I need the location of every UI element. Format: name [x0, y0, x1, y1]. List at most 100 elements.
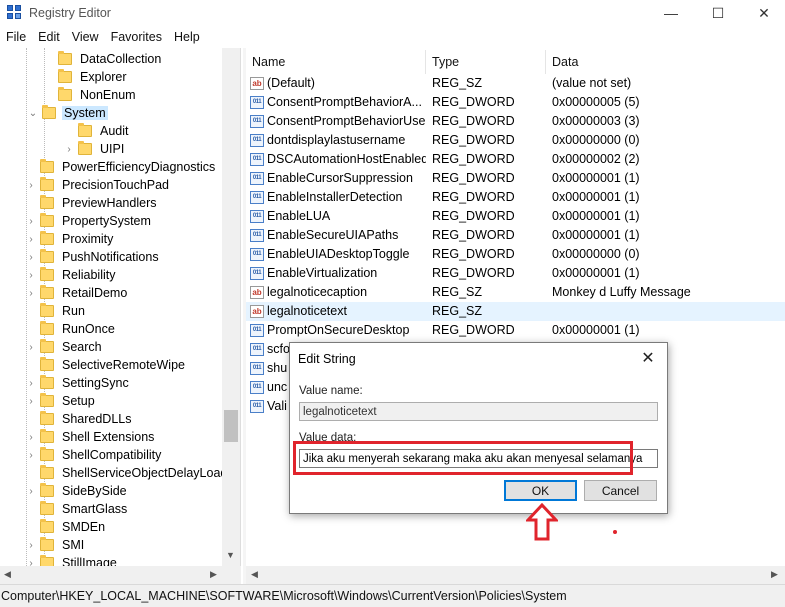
- registry-value-row[interactable]: 011 EnableUIADesktopToggle REG_DWORD 0x0000…: [246, 245, 785, 264]
- tree-scroll-thumb[interactable]: [224, 410, 238, 442]
- scroll-left-arrow-icon[interactable]: ◀: [4, 569, 11, 580]
- value-name-field[interactable]: [299, 402, 658, 421]
- registry-value-row[interactable]: ab legalnoticetext REG_SZ: [246, 302, 785, 321]
- tree-item[interactable]: › Reliability: [26, 266, 118, 284]
- expand-chevron-icon[interactable]: ›: [26, 536, 36, 554]
- scroll-left-arrow-icon[interactable]: ◀: [251, 569, 258, 580]
- tree-item[interactable]: › Proximity: [26, 230, 115, 248]
- registry-value-row[interactable]: 011 PromptOnSecureDesktop REG_DWORD 0x00000…: [246, 321, 785, 340]
- cancel-button[interactable]: Cancel: [584, 480, 657, 501]
- value-name-cell: 011 dontdisplaylastusername: [246, 131, 426, 150]
- column-header-name[interactable]: Name: [246, 50, 426, 74]
- registry-value-row[interactable]: 011 EnableInstallerDetection REG_DWORD 0x00…: [246, 188, 785, 207]
- tree-item[interactable]: › Setup: [26, 392, 97, 410]
- tree-item[interactable]: DataCollection: [44, 50, 163, 68]
- close-window-button[interactable]: ✕: [741, 0, 785, 26]
- value-name-text: legalnoticetext: [267, 304, 347, 318]
- expand-chevron-icon[interactable]: ›: [26, 176, 36, 194]
- menu-favorites[interactable]: Favorites: [105, 28, 168, 47]
- value-type-cell: REG_SZ: [432, 304, 483, 318]
- expand-chevron-icon[interactable]: ›: [26, 392, 36, 410]
- expand-chevron-icon[interactable]: ›: [26, 446, 36, 464]
- folder-icon: [40, 177, 54, 191]
- registry-value-row[interactable]: 011 dontdisplaylastusername REG_DWORD 0x000…: [246, 131, 785, 150]
- registry-value-row[interactable]: 011 EnableVirtualization REG_DWORD 0x000000…: [246, 264, 785, 283]
- tree-item[interactable]: ShellServiceObjectDelayLoad: [26, 464, 229, 482]
- tree-item[interactable]: › SideBySide: [26, 482, 129, 500]
- tree-item[interactable]: › Search: [26, 338, 104, 356]
- tree-item[interactable]: SMDEn: [26, 518, 107, 536]
- expand-chevron-icon[interactable]: ›: [26, 374, 36, 392]
- registry-value-row[interactable]: ab (Default) REG_SZ (value not set): [246, 74, 785, 93]
- ok-button[interactable]: OK: [504, 480, 577, 501]
- tree-item[interactable]: RunOnce: [26, 320, 117, 338]
- tree-vertical-scrollbar[interactable]: ▼: [222, 48, 240, 566]
- tree-item-label: SettingSync: [62, 376, 129, 390]
- expand-chevron-icon[interactable]: ›: [64, 140, 74, 158]
- expand-chevron-icon[interactable]: ›: [26, 428, 36, 446]
- registry-value-row[interactable]: 011 DSCAutomationHostEnabled REG_DWORD 0x00…: [246, 150, 785, 169]
- value-type-cell: REG_DWORD: [432, 114, 515, 128]
- folder-icon: [40, 285, 54, 299]
- expand-chevron-icon[interactable]: ›: [26, 284, 36, 302]
- dialog-close-icon[interactable]: ✕: [633, 345, 663, 371]
- scroll-right-arrow-icon[interactable]: ▶: [771, 569, 778, 580]
- tree-item[interactable]: › Shell Extensions: [26, 428, 156, 446]
- menu-help[interactable]: Help: [168, 28, 206, 47]
- tree-item[interactable]: Run: [26, 302, 87, 320]
- column-header-data[interactable]: Data: [546, 50, 785, 74]
- registry-value-row[interactable]: 011 ConsentPromptBehaviorA... REG_DWORD 0x0…: [246, 93, 785, 112]
- value-name-cell: 011 EnableCursorSuppression: [246, 169, 426, 188]
- maximize-button[interactable]: ☐: [695, 0, 741, 26]
- tree-horizontal-scrollbar[interactable]: ◀ ▶: [0, 566, 241, 584]
- registry-value-row[interactable]: 011 EnableCursorSuppression REG_DWORD 0x000…: [246, 169, 785, 188]
- registry-value-row[interactable]: 011 EnableLUA REG_DWORD 0x00000001 (1): [246, 207, 785, 226]
- registry-value-row[interactable]: ab legalnoticecaption REG_SZ Monkey d Luffy…: [246, 283, 785, 302]
- tree-item[interactable]: Explorer: [44, 68, 129, 86]
- registry-value-row[interactable]: 011 ConsentPromptBehaviorUser REG_DWORD 0x0…: [246, 112, 785, 131]
- menu-view[interactable]: View: [66, 28, 105, 47]
- tree-item[interactable]: › PropertySystem: [26, 212, 153, 230]
- tree-item-label: Search: [62, 340, 102, 354]
- tree-item[interactable]: SharedDLLs: [26, 410, 134, 428]
- minimize-button[interactable]: —: [648, 0, 694, 26]
- tree-item[interactable]: PowerEfficiencyDiagnostics: [26, 158, 217, 176]
- tree-item[interactable]: NonEnum: [44, 86, 138, 104]
- tree-item-label: RunOnce: [62, 322, 115, 336]
- expand-chevron-icon[interactable]: ›: [26, 482, 36, 500]
- tree-item[interactable]: › UIPI: [64, 140, 126, 158]
- menu-edit[interactable]: Edit: [32, 28, 66, 47]
- tree-item[interactable]: › RetailDemo: [26, 284, 129, 302]
- tree-item[interactable]: SmartGlass: [26, 500, 129, 518]
- scroll-right-arrow-icon[interactable]: ▶: [210, 569, 217, 580]
- registry-value-row[interactable]: 011 EnableSecureUIAPaths REG_DWORD 0x000000…: [246, 226, 785, 245]
- value-name-text: scfo: [267, 342, 290, 356]
- tree-item[interactable]: › SettingSync: [26, 374, 131, 392]
- expand-chevron-icon[interactable]: ›: [26, 266, 36, 284]
- registry-key-tree[interactable]: DataCollection Explorer NonEnum ⌄ System Audi…: [0, 48, 241, 566]
- tree-item[interactable]: ⌄ System: [28, 104, 108, 122]
- tree-item[interactable]: › StillImage: [26, 554, 119, 566]
- menu-file[interactable]: File: [0, 28, 32, 47]
- value-data-cell: 0x00000003 (3): [552, 114, 640, 128]
- expand-chevron-icon[interactable]: ›: [26, 212, 36, 230]
- tree-item[interactable]: PreviewHandlers: [26, 194, 158, 212]
- value-type-cell: REG_DWORD: [432, 152, 515, 166]
- expand-chevron-icon[interactable]: ›: [26, 230, 36, 248]
- tree-item[interactable]: Audit: [64, 122, 131, 140]
- list-horizontal-scrollbar[interactable]: ◀ ▶: [246, 566, 785, 584]
- scroll-down-arrow-icon[interactable]: ▼: [226, 550, 235, 560]
- tree-item[interactable]: SelectiveRemoteWipe: [26, 356, 187, 374]
- tree-item[interactable]: › SMI: [26, 536, 86, 554]
- expand-chevron-icon[interactable]: ›: [26, 554, 36, 567]
- tree-item[interactable]: › PrecisionTouchPad: [26, 176, 171, 194]
- tree-item-label: SmartGlass: [62, 502, 128, 516]
- expand-chevron-icon[interactable]: ⌄: [28, 104, 38, 122]
- tree-item[interactable]: › PushNotifications: [26, 248, 161, 266]
- expand-chevron-icon[interactable]: ›: [26, 248, 36, 266]
- tree-item[interactable]: › ShellCompatibility: [26, 446, 163, 464]
- column-header-type[interactable]: Type: [426, 50, 546, 74]
- value-type-cell: REG_DWORD: [432, 171, 515, 185]
- expand-chevron-icon[interactable]: ›: [26, 338, 36, 356]
